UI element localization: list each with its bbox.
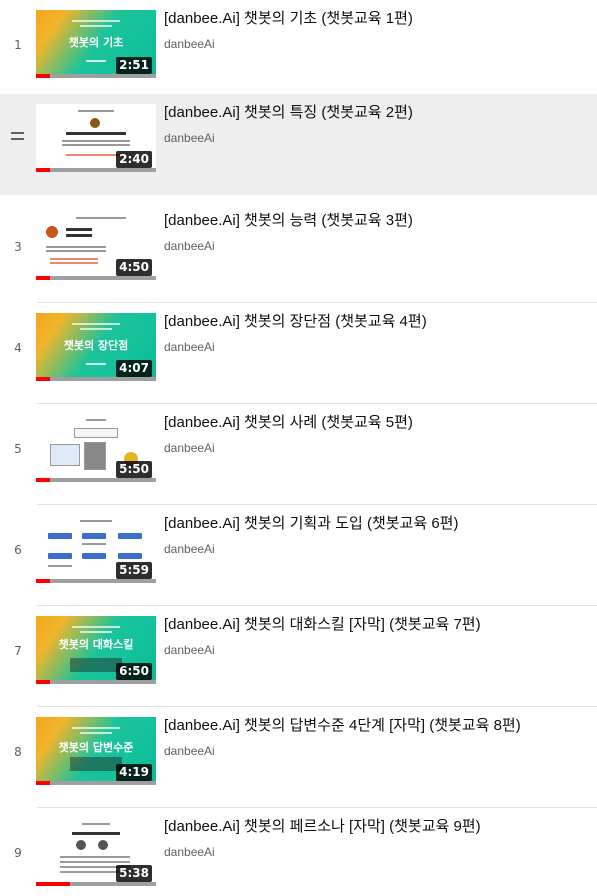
item-index: 6 [14,542,22,557]
playlist-item[interactable]: 8 챗봇의 답변수준 4:19 [danbee.Ai] 챗봇의 답변수준 4단계… [0,707,597,808]
video-title[interactable]: [danbee.Ai] 챗봇의 사례 (챗봇교육 5편) [164,413,589,433]
channel-name[interactable]: danbeeAi [164,845,589,859]
channel-name[interactable]: danbeeAi [164,643,589,657]
duration-badge: 5:38 [116,865,152,882]
video-title[interactable]: [danbee.Ai] 챗봇의 페르소나 [자막] (챗봇교육 9편) [164,817,589,837]
watch-progress-bar [36,781,156,785]
watch-progress-bar [36,882,156,886]
playlist-item[interactable]: 1 챗봇의 기초 2:51 [danbee.Ai] 챗봇의 기초 (챗봇교육 1… [0,0,597,101]
item-index: 9 [14,845,22,860]
video-thumbnail[interactable]: 챗봇의 답변수준 4:19 [36,717,156,785]
item-index: 5 [14,441,22,456]
channel-name[interactable]: danbeeAi [164,239,589,253]
video-thumbnail[interactable]: 챗봇의 기초 2:51 [36,10,156,78]
channel-name[interactable]: danbeeAi [164,131,589,145]
watch-progress-bar [36,276,156,280]
item-index: 3 [14,239,22,254]
watch-progress-bar [36,168,156,172]
playlist-item[interactable]: 7 챗봇의 대화스킬 6:50 [danbee.Ai] 챗봇의 대화스킬 [자막… [0,606,597,707]
item-index: 4 [14,340,22,355]
video-thumbnail[interactable]: 5:38 [36,818,156,886]
playlist: 1 챗봇의 기초 2:51 [danbee.Ai] 챗봇의 기초 (챗봇교육 1… [0,0,597,896]
channel-name[interactable]: danbeeAi [164,542,589,556]
duration-badge: 2:51 [116,57,152,74]
video-title[interactable]: [danbee.Ai] 챗봇의 답변수준 4단계 [자막] (챗봇교육 8편) [164,716,589,736]
video-thumbnail[interactable]: 챗봇의 대화스킬 6:50 [36,616,156,684]
duration-badge: 6:50 [116,663,152,680]
video-thumbnail[interactable]: 챗봇의 장단점 4:07 [36,313,156,381]
playlist-item[interactable]: 5 5:50 [danbee.Ai] 챗봇의 사례 (챗봇교육 5편) danb… [0,404,597,505]
thumbnail-title: 챗봇의 대화스킬 [58,638,134,651]
video-title[interactable]: [danbee.Ai] 챗봇의 기초 (챗봇교육 1편) [164,9,589,29]
channel-name[interactable]: danbeeAi [164,37,589,51]
watch-progress-bar [36,680,156,684]
video-title[interactable]: [danbee.Ai] 챗봇의 특징 (챗봇교육 2편) [164,103,589,123]
channel-name[interactable]: danbeeAi [164,744,589,758]
channel-name[interactable]: danbeeAi [164,340,589,354]
watch-progress-bar [36,74,156,78]
thumbnail-title: 챗봇의 장단점 [63,339,129,352]
video-title[interactable]: [danbee.Ai] 챗봇의 장단점 (챗봇교육 4편) [164,312,589,332]
video-title[interactable]: [danbee.Ai] 챗봇의 기획과 도입 (챗봇교육 6편) [164,514,589,534]
video-thumbnail[interactable]: 2:40 [36,104,156,172]
playlist-item-active[interactable]: 2:40 [danbee.Ai] 챗봇의 특징 (챗봇교육 2편) danbee… [0,94,597,195]
channel-name[interactable]: danbeeAi [164,441,589,455]
playlist-item[interactable]: 6 5:59 [danbee.Ai] 챗봇의 기획과 도입 (챗봇교육 6편) … [0,505,597,606]
playlist-item[interactable]: 4 챗봇의 장단점 4:07 [danbee.Ai] 챗봇의 장단점 (챗봇교육… [0,303,597,404]
video-thumbnail[interactable]: 4:50 [36,212,156,280]
item-index: 7 [14,643,22,658]
video-title[interactable]: [danbee.Ai] 챗봇의 능력 (챗봇교육 3편) [164,211,589,231]
playlist-item[interactable]: 3 4:50 [danbee.Ai] 챗봇의 능력 (챗봇교육 3편) danb… [0,202,597,303]
drag-handle-icon[interactable] [11,132,24,142]
video-title[interactable]: [danbee.Ai] 챗봇의 대화스킬 [자막] (챗봇교육 7편) [164,615,589,635]
item-index: 1 [14,37,22,52]
duration-badge: 4:50 [116,259,152,276]
video-thumbnail[interactable]: 5:59 [36,515,156,583]
thumbnail-title: 챗봇의 기초 [68,36,124,49]
duration-badge: 4:19 [116,764,152,781]
watch-progress-bar [36,579,156,583]
thumbnail-title: 챗봇의 답변수준 [58,741,134,754]
watch-progress-bar [36,377,156,381]
video-thumbnail[interactable]: 5:50 [36,414,156,482]
duration-badge: 5:50 [116,461,152,478]
playlist-item[interactable]: 9 5:38 [danbee.Ai] 챗봇의 페르소나 [자막] (챗봇교육 9… [0,808,597,896]
item-index: 8 [14,744,22,759]
duration-badge: 5:59 [116,562,152,579]
watch-progress-bar [36,478,156,482]
duration-badge: 4:07 [116,360,152,377]
duration-badge: 2:40 [116,151,152,168]
